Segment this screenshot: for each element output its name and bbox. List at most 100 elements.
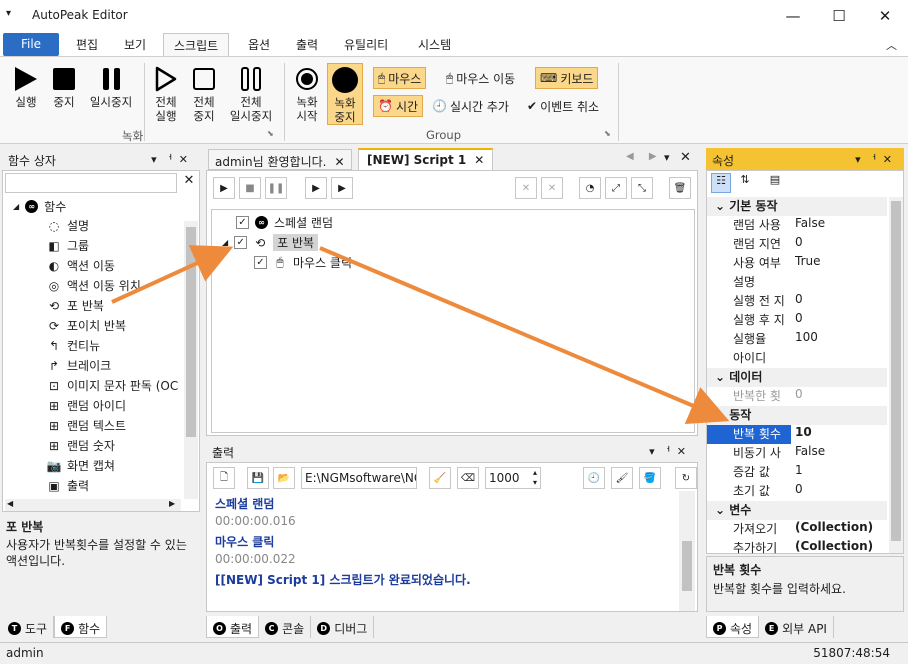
disable-all-icon[interactable]: ✕	[541, 177, 563, 199]
collapse-icon[interactable]: ⌄	[715, 408, 729, 422]
tab-view[interactable]: 보기	[114, 33, 156, 56]
tab-console[interactable]: C 콘솔	[259, 616, 312, 638]
time-toggle[interactable]: ⏰ 시간	[373, 95, 424, 117]
save-icon[interactable]: 💾	[247, 467, 269, 489]
run-from-icon[interactable]: ▶	[331, 177, 353, 199]
eraser-icon[interactable]: ⌫	[457, 467, 479, 489]
event-cancel-button[interactable]: ✔ 이벤트 취소	[523, 95, 603, 117]
function-item[interactable]: ◧ 그룹	[47, 237, 89, 254]
checkbox[interactable]: ✓	[234, 236, 248, 249]
function-item[interactable]: ⊡ 이미지 문자 판독 (OC	[47, 377, 178, 394]
function-item[interactable]: ⊞ 랜덤 숫자	[47, 437, 115, 454]
clock-icon[interactable]: 🕘	[583, 467, 605, 489]
collapse-icon[interactable]: ⌄	[715, 199, 729, 213]
mouse-toggle[interactable]: 🖱 마우스	[373, 67, 427, 89]
tab-welcome[interactable]: admin님 환영합니다. ✕	[208, 149, 352, 170]
editor-close-icon[interactable]: ✕	[680, 150, 691, 165]
close-button[interactable]: ✕	[862, 0, 908, 32]
panel-controls[interactable]: ▾ᅥ✕	[855, 151, 898, 167]
mouse-move-toggle[interactable]: 🖱 마우스 이동	[442, 67, 519, 89]
function-item[interactable]: ▣ 출력	[47, 477, 89, 494]
collapse-icon[interactable]: ⌄	[715, 503, 729, 517]
tab-properties[interactable]: P 속성	[706, 616, 760, 638]
property-row[interactable]: 초기 값0	[707, 482, 887, 501]
panel-controls[interactable]: ▾ᅥ✕	[151, 151, 194, 167]
tab-script-1[interactable]: [NEW] Script 1 ✕	[358, 148, 494, 170]
property-category[interactable]: ⌄ 데이터	[707, 368, 887, 387]
tab-tools[interactable]: T 도구	[2, 616, 55, 638]
tab-system[interactable]: 시스템	[408, 33, 461, 56]
property-row[interactable]: 실행 전 지0	[707, 292, 887, 311]
tab-debug[interactable]: D 디버그	[311, 616, 375, 638]
maximize-button[interactable]: ☐	[816, 0, 862, 32]
run-button[interactable]: 실행	[10, 65, 42, 109]
clear-search-icon[interactable]: ✕	[179, 173, 199, 193]
function-item[interactable]: ◌ 설명	[47, 217, 89, 234]
delete-icon[interactable]: 🗑	[669, 177, 691, 199]
function-item[interactable]: ◐ 액션 이동	[47, 257, 115, 274]
property-row[interactable]: 반복 횟수 10	[707, 425, 887, 444]
panel-controls[interactable]: ▾ᅥ✕	[649, 443, 692, 459]
stop-icon[interactable]: ■	[239, 177, 261, 199]
tree-root[interactable]: ◢ ∞ 함수	[13, 198, 66, 215]
function-item[interactable]: ⊞ 랜덤 텍스트	[47, 417, 126, 434]
open-folder-icon[interactable]: 📂	[273, 467, 295, 489]
property-category[interactable]: ⌄ 기본 동작	[707, 197, 887, 216]
function-item[interactable]: ↰ 컨티뉴	[47, 337, 100, 354]
function-item[interactable]: ⊞ 랜덤 아이디	[47, 397, 126, 414]
tab-options[interactable]: 옵션	[238, 33, 280, 56]
function-item[interactable]: ⟳ 포이치 반복	[47, 317, 126, 334]
fill-icon[interactable]: 🪣	[639, 467, 661, 489]
run-icon[interactable]: ▶	[213, 177, 235, 199]
property-row[interactable]: 설명	[707, 273, 887, 292]
property-row[interactable]: 사용 여부 True	[707, 254, 887, 273]
function-item[interactable]: 📷 화면 캡쳐	[47, 457, 115, 474]
dialog-launcher-icon[interactable]: ⬊	[267, 129, 274, 138]
pause-button[interactable]: 일시중지	[84, 65, 138, 109]
tab-functions[interactable]: F 함수	[54, 616, 108, 638]
clean-icon[interactable]: 🧹	[429, 467, 451, 489]
tab-edit[interactable]: 편집	[66, 33, 108, 56]
tab-output[interactable]: O 출력	[206, 616, 260, 638]
function-search-input[interactable]	[5, 173, 177, 193]
expand-icon[interactable]: ⤢	[605, 177, 627, 199]
property-row[interactable]: 비동기 사 False	[707, 444, 887, 463]
system-menu-icon[interactable]: ▾	[6, 8, 11, 19]
property-row[interactable]: 랜덤 사용 False	[707, 216, 887, 235]
properties-scrollbar[interactable]	[889, 197, 903, 553]
run-all-button[interactable]: 전체 실행	[150, 65, 182, 123]
tab-script[interactable]: 스크립트	[163, 33, 230, 56]
stop-all-button[interactable]: 전체 중지	[188, 65, 220, 123]
property-row[interactable]: 가져오기 (Collection)	[707, 520, 887, 539]
disable-icon[interactable]: ✕	[515, 177, 537, 199]
tree-node-special-random[interactable]: ✓ ∞ 스페셜 랜덤	[236, 214, 333, 231]
collapse-icon[interactable]: ⌄	[715, 370, 729, 384]
record-stop-button[interactable]: 녹화 중지	[327, 63, 363, 125]
output-scrollbar[interactable]	[679, 491, 695, 611]
property-row[interactable]: 실행율 100	[707, 330, 887, 349]
realtime-add-toggle[interactable]: 🕘 실시간 추가	[428, 95, 513, 117]
editor-tab-menu-icon[interactable]: ▾	[664, 151, 670, 164]
property-row[interactable]: 랜덤 지연 0	[707, 235, 887, 254]
function-scrollbar[interactable]	[184, 221, 198, 499]
keyboard-toggle[interactable]: ⌨ 키보드	[535, 67, 599, 89]
step-icon[interactable]: ▶	[305, 177, 327, 199]
property-pages-icon[interactable]: ▤	[765, 173, 785, 193]
property-category[interactable]: ⌄ 변수	[707, 501, 887, 520]
pause-icon[interactable]: ❚❚	[265, 177, 287, 199]
collapse-ribbon-icon[interactable]: ︿	[886, 37, 897, 53]
stop-button[interactable]: 중지	[48, 65, 80, 109]
function-item[interactable]: ⟲ 포 반복	[47, 297, 104, 314]
property-row[interactable]: 증감 값1	[707, 463, 887, 482]
brush-icon[interactable]: 🖌	[611, 467, 633, 489]
function-item[interactable]: ↱ 브레이크	[47, 357, 111, 374]
categorized-icon[interactable]: ☷	[711, 173, 731, 193]
property-row[interactable]: 아이디	[707, 349, 887, 368]
checkbox[interactable]: ✓	[236, 216, 249, 229]
checkbox[interactable]: ✓	[254, 256, 267, 269]
tab-utility[interactable]: 유틸리티	[334, 33, 398, 56]
property-category[interactable]: ⌄ 동작	[707, 406, 887, 425]
minimize-button[interactable]: —	[770, 0, 816, 32]
timer-icon[interactable]: ◔	[579, 177, 601, 199]
new-file-icon[interactable]: 🗋	[213, 467, 235, 489]
